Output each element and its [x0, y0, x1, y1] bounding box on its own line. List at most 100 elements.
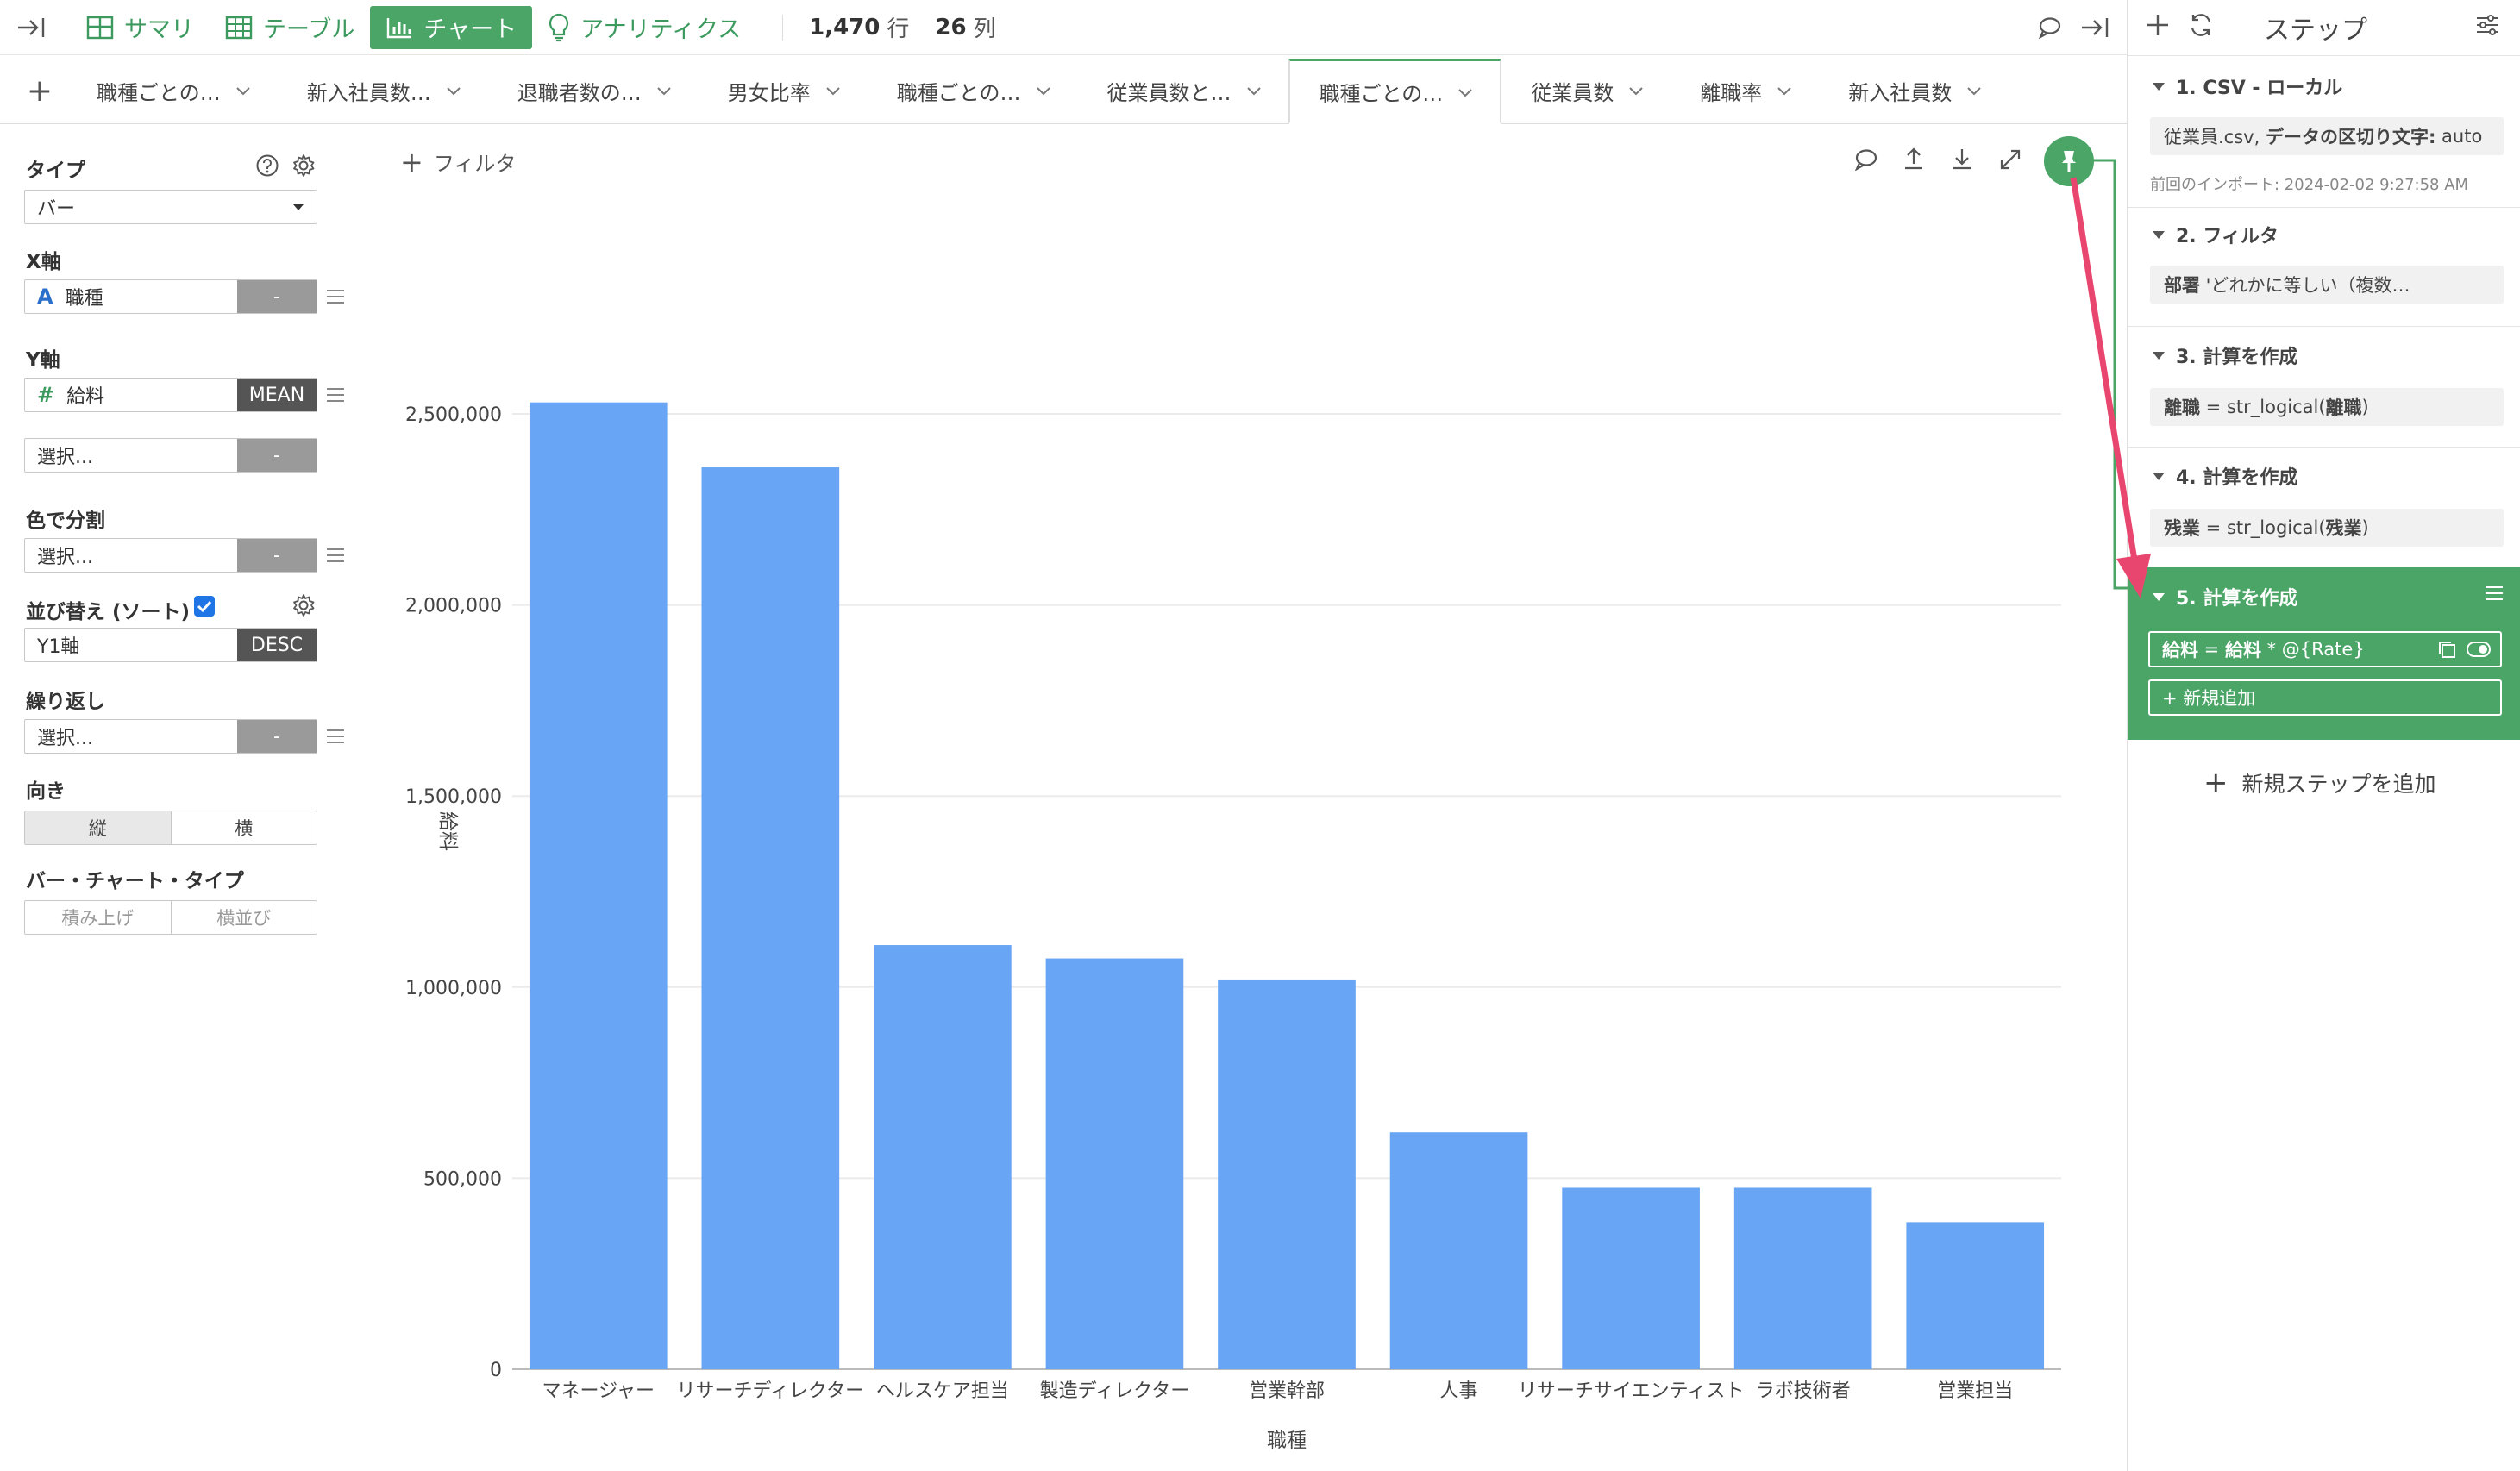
help-icon[interactable]: [255, 153, 279, 178]
step-5-menu-icon[interactable]: [2485, 585, 2504, 602]
chevron-down-icon[interactable]: [1245, 85, 1263, 97]
chevron-down-icon[interactable]: [235, 85, 252, 97]
chevron-down-icon[interactable]: [824, 85, 842, 97]
tab-2[interactable]: 退職者数の…: [488, 58, 699, 123]
analytics-button[interactable]: アナリティクス: [532, 6, 756, 49]
y2-axis-aggregation[interactable]: -: [237, 439, 317, 472]
step-5-header[interactable]: 5. 計算を作成: [2152, 583, 2297, 610]
chevron-down-icon[interactable]: [1035, 85, 1052, 97]
tab-6[interactable]: 職種ごとの…: [1288, 59, 1502, 124]
chevron-down-icon[interactable]: [1776, 85, 1793, 97]
bar-7[interactable]: [1733, 1187, 1872, 1369]
bar-type-stacked-button[interactable]: 積み上げ: [25, 901, 171, 934]
sort-settings-gear-icon[interactable]: [291, 593, 316, 617]
y2-axis-placeholder: 選択...: [37, 447, 93, 468]
orientation-vertical-button[interactable]: 縦: [25, 811, 171, 844]
chart-type-select[interactable]: バー: [24, 190, 317, 224]
x-axis-field[interactable]: A 職種 -: [24, 279, 317, 314]
repeat-field[interactable]: 選択... -: [24, 719, 317, 754]
add-step-plus-icon[interactable]: [2145, 12, 2171, 38]
x-tick-label: マネージャー: [542, 1380, 655, 1402]
y-axis-menu-icon[interactable]: [326, 386, 345, 404]
color-split-placeholder: 選択...: [37, 547, 93, 568]
tab-4[interactable]: 職種ごとの…: [868, 58, 1078, 123]
collapse-left-icon[interactable]: [12, 16, 50, 40]
tab-0[interactable]: 職種ごとの…: [67, 58, 278, 123]
download-icon[interactable]: [1951, 147, 1973, 171]
pin-icon[interactable]: [2044, 136, 2094, 186]
step-3-body[interactable]: 離職 = str_logical(離職): [2150, 388, 2504, 426]
steps-panel: ステップ 1. CSV - ローカル 従業員.csv, データの区切り文字: a…: [2127, 0, 2520, 1471]
tab-3[interactable]: 男女比率: [699, 58, 868, 123]
collapse-triangle-icon: [2153, 83, 2165, 91]
chevron-down-icon[interactable]: [1457, 86, 1474, 98]
expand-icon[interactable]: [1999, 148, 2022, 171]
step-1-header[interactable]: 1. CSV - ローカル: [2152, 72, 2342, 100]
x-tick-label: 人事: [1440, 1380, 1478, 1402]
step-3-body-key: 離職: [2164, 397, 2200, 418]
dropdown-caret-icon: [293, 204, 304, 210]
step-3-title: 3. 計算を作成: [2176, 347, 2298, 368]
bar-2[interactable]: [874, 945, 1012, 1369]
bar-0[interactable]: [529, 402, 668, 1369]
bar-8[interactable]: [1906, 1222, 2045, 1369]
x-axis-aggregation[interactable]: -: [237, 280, 317, 313]
chevron-down-icon[interactable]: [445, 85, 462, 97]
bar-6[interactable]: [1562, 1187, 1700, 1369]
sort-field[interactable]: Y1軸 DESC: [24, 628, 317, 662]
sort-order[interactable]: DESC: [237, 629, 317, 661]
bar-3[interactable]: [1045, 958, 1184, 1369]
step-2-body[interactable]: 部署 'どれかに等しい（複数…: [2150, 266, 2504, 304]
bar-type-side-button[interactable]: 横並び: [170, 901, 317, 934]
refresh-icon[interactable]: [2188, 12, 2214, 38]
tab-5[interactable]: 従業員数と…: [1078, 58, 1288, 123]
repeat-menu-icon[interactable]: [326, 728, 345, 745]
summary-button[interactable]: サマリ: [71, 6, 210, 49]
chevron-down-icon[interactable]: [1965, 85, 1983, 97]
sort-checkbox[interactable]: [193, 595, 216, 617]
share-upload-icon[interactable]: [1903, 147, 1925, 171]
steps-settings-icon[interactable]: [2474, 12, 2500, 38]
tab-label: 従業員数と…: [1106, 80, 1232, 105]
y-axis-aggregation[interactable]: MEAN: [237, 379, 317, 411]
bar-1[interactable]: [701, 467, 840, 1369]
color-split-aggregation[interactable]: -: [237, 539, 317, 572]
copy-icon[interactable]: [2436, 639, 2457, 660]
chevron-down-icon[interactable]: [655, 85, 673, 97]
toggle-visibility-icon[interactable]: [2466, 640, 2492, 659]
chevron-down-icon[interactable]: [1627, 85, 1645, 97]
bar-4[interactable]: [1218, 979, 1356, 1369]
y2-axis-field[interactable]: 選択... -: [24, 438, 317, 473]
color-split-menu-icon[interactable]: [326, 547, 345, 564]
repeat-aggregation[interactable]: -: [237, 720, 317, 753]
tab-9[interactable]: 新入社員数: [1819, 58, 2009, 123]
collapse-right-icon[interactable]: [2072, 16, 2118, 40]
add-new-step-button[interactable]: + 新規ステップを追加: [2203, 767, 2436, 798]
step-5-body[interactable]: 給料 = 給料 * @{Rate}: [2148, 631, 2502, 667]
tab-7[interactable]: 従業員数: [1501, 58, 1671, 123]
tab-8[interactable]: 離職率: [1671, 58, 1819, 123]
add-tab-button[interactable]: +: [12, 58, 67, 123]
tab-1[interactable]: 新入社員数…: [278, 58, 488, 123]
step-1-body[interactable]: 従業員.csv, データの区切り文字: auto: [2150, 117, 2504, 155]
step-4-header[interactable]: 4. 計算を作成: [2152, 462, 2297, 490]
chart-button[interactable]: チャート: [370, 5, 533, 49]
tab-label: 退職者数の…: [517, 80, 642, 105]
orientation-horizontal-button[interactable]: 横: [170, 811, 317, 844]
comment-icon[interactable]: [2028, 16, 2072, 39]
table-button[interactable]: テーブル: [210, 6, 370, 49]
step-2-header[interactable]: 2. フィルタ: [2152, 221, 2279, 248]
tab-label: 新入社員数…: [306, 80, 431, 105]
type-settings-gear-icon[interactable]: [291, 153, 316, 178]
chart-comment-icon[interactable]: [1854, 148, 1878, 171]
y-axis-field[interactable]: # 給料 MEAN: [24, 378, 317, 412]
cols-unit: 列: [973, 16, 996, 42]
x-axis-menu-icon[interactable]: [326, 288, 345, 305]
step-5-add-new-button[interactable]: + 新規追加: [2148, 679, 2502, 716]
color-split-field[interactable]: 選択... -: [24, 538, 317, 573]
step-3-header[interactable]: 3. 計算を作成: [2152, 341, 2297, 369]
bar-5[interactable]: [1389, 1132, 1528, 1369]
step-4-body[interactable]: 残業 = str_logical(残業): [2150, 509, 2504, 547]
add-filter-button[interactable]: + フィルタ: [400, 147, 516, 177]
step-5-body-op: * @{Rate}: [2260, 639, 2365, 660]
